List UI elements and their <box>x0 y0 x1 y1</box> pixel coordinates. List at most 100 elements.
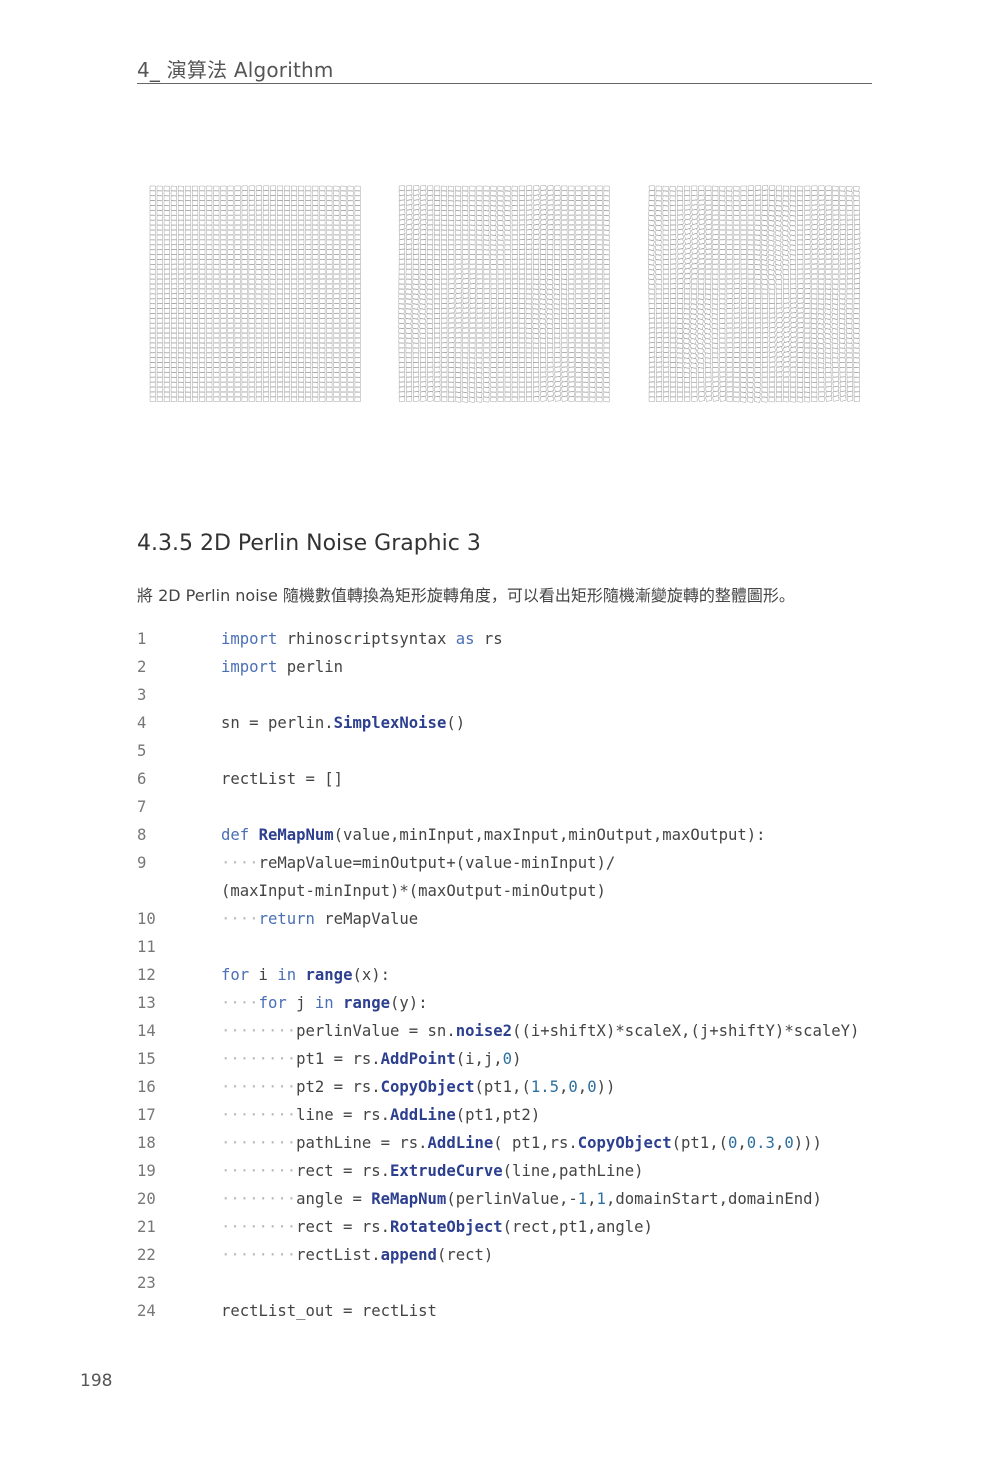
grid-rect <box>761 317 769 324</box>
grid-rect <box>426 249 434 255</box>
grid-rect <box>662 229 669 236</box>
grid-rect <box>455 297 462 304</box>
grid-rect <box>227 352 234 358</box>
grid-rect <box>691 273 698 280</box>
grid-rect <box>199 205 206 211</box>
grid-rect <box>603 288 610 294</box>
grid-rect <box>419 298 426 305</box>
grid-rect <box>234 264 241 270</box>
grid-rect <box>248 279 255 285</box>
grid-rect <box>248 352 255 358</box>
grid-rect <box>213 382 220 388</box>
grid-rect <box>789 205 797 212</box>
grid-rect <box>497 317 505 324</box>
grid-rect <box>596 372 603 378</box>
grid-rect <box>276 381 284 388</box>
grid-rect <box>511 259 518 265</box>
grid-rect <box>170 210 177 216</box>
grid-rect <box>347 367 354 373</box>
grid-rect <box>483 372 490 378</box>
grid-rect <box>276 288 283 295</box>
grid-rect <box>426 279 433 285</box>
grid-rect <box>220 337 227 343</box>
grid-rect <box>733 367 740 373</box>
grid-rect <box>448 342 455 348</box>
grid-rect <box>540 219 547 226</box>
grid-rect <box>178 234 185 240</box>
grid-rect <box>149 190 156 196</box>
grid-rect <box>596 288 603 294</box>
grid-rect <box>248 195 255 201</box>
grid-rect <box>575 264 582 270</box>
grid-rect <box>241 308 248 314</box>
grid-rect <box>648 386 655 393</box>
grid-rect <box>497 307 505 314</box>
grid-rect <box>312 239 319 245</box>
grid-rect <box>540 244 547 250</box>
grid-rect <box>669 283 677 289</box>
grid-rect <box>262 333 269 339</box>
grid-rect <box>532 318 539 325</box>
grid-rect <box>412 333 419 339</box>
grid-rect <box>269 293 276 300</box>
grid-rect <box>655 220 662 226</box>
grid-rect <box>648 308 655 314</box>
grid-rect <box>354 259 361 265</box>
grid-rect <box>804 224 811 231</box>
grid-rect <box>733 377 740 383</box>
grid-rect <box>206 318 213 324</box>
grid-rect <box>761 308 769 314</box>
grid-rect <box>178 249 185 255</box>
grid-rect <box>440 195 448 201</box>
grid-rect <box>525 293 532 300</box>
grid-rect <box>283 259 291 265</box>
grid-rect <box>603 298 610 304</box>
grid-rect <box>810 337 818 344</box>
grid-rect <box>490 391 497 398</box>
grid-rect <box>511 396 518 403</box>
grid-rect <box>398 293 405 300</box>
grid-rect <box>333 273 340 280</box>
grid-rect <box>340 220 347 226</box>
grid-rect <box>747 322 755 329</box>
grid-rect <box>747 293 754 299</box>
grid-rect <box>419 274 426 280</box>
grid-rect <box>398 254 406 260</box>
grid-rect <box>319 229 326 235</box>
grid-rect <box>255 303 262 309</box>
grid-rect <box>178 278 185 285</box>
grid-rect <box>846 318 853 324</box>
grid-rect <box>354 328 361 334</box>
grid-rect <box>719 249 726 255</box>
grid-rect <box>291 352 298 358</box>
grid-rect <box>832 238 840 245</box>
grid-rect <box>262 234 269 240</box>
grid-rect <box>761 210 768 216</box>
grid-rect <box>838 328 846 335</box>
grid-rect <box>712 185 719 192</box>
grid-rect <box>326 372 333 378</box>
grid-rect <box>719 308 726 314</box>
grid-rect <box>206 362 213 368</box>
grid-rect <box>704 293 712 300</box>
grid-rect <box>575 377 582 383</box>
grid-rect <box>518 391 525 398</box>
grid-rect <box>312 362 319 368</box>
grid-rect <box>648 293 655 300</box>
grid-rect <box>711 288 719 295</box>
grid-rect <box>276 225 283 231</box>
grid-rect <box>185 268 192 275</box>
grid-rect <box>790 297 797 304</box>
grid-rect <box>255 279 262 285</box>
grid-rect <box>669 195 676 202</box>
grid-rect <box>305 377 312 383</box>
grid-rect <box>455 263 462 270</box>
grid-rect <box>427 347 434 353</box>
grid-rect <box>824 362 832 368</box>
line-number: 4 <box>137 714 147 732</box>
grid-rect <box>149 337 156 343</box>
grid-rect <box>469 229 476 236</box>
figure-1 <box>149 185 361 403</box>
grid-rect <box>677 263 684 270</box>
grid-rect <box>220 215 227 221</box>
